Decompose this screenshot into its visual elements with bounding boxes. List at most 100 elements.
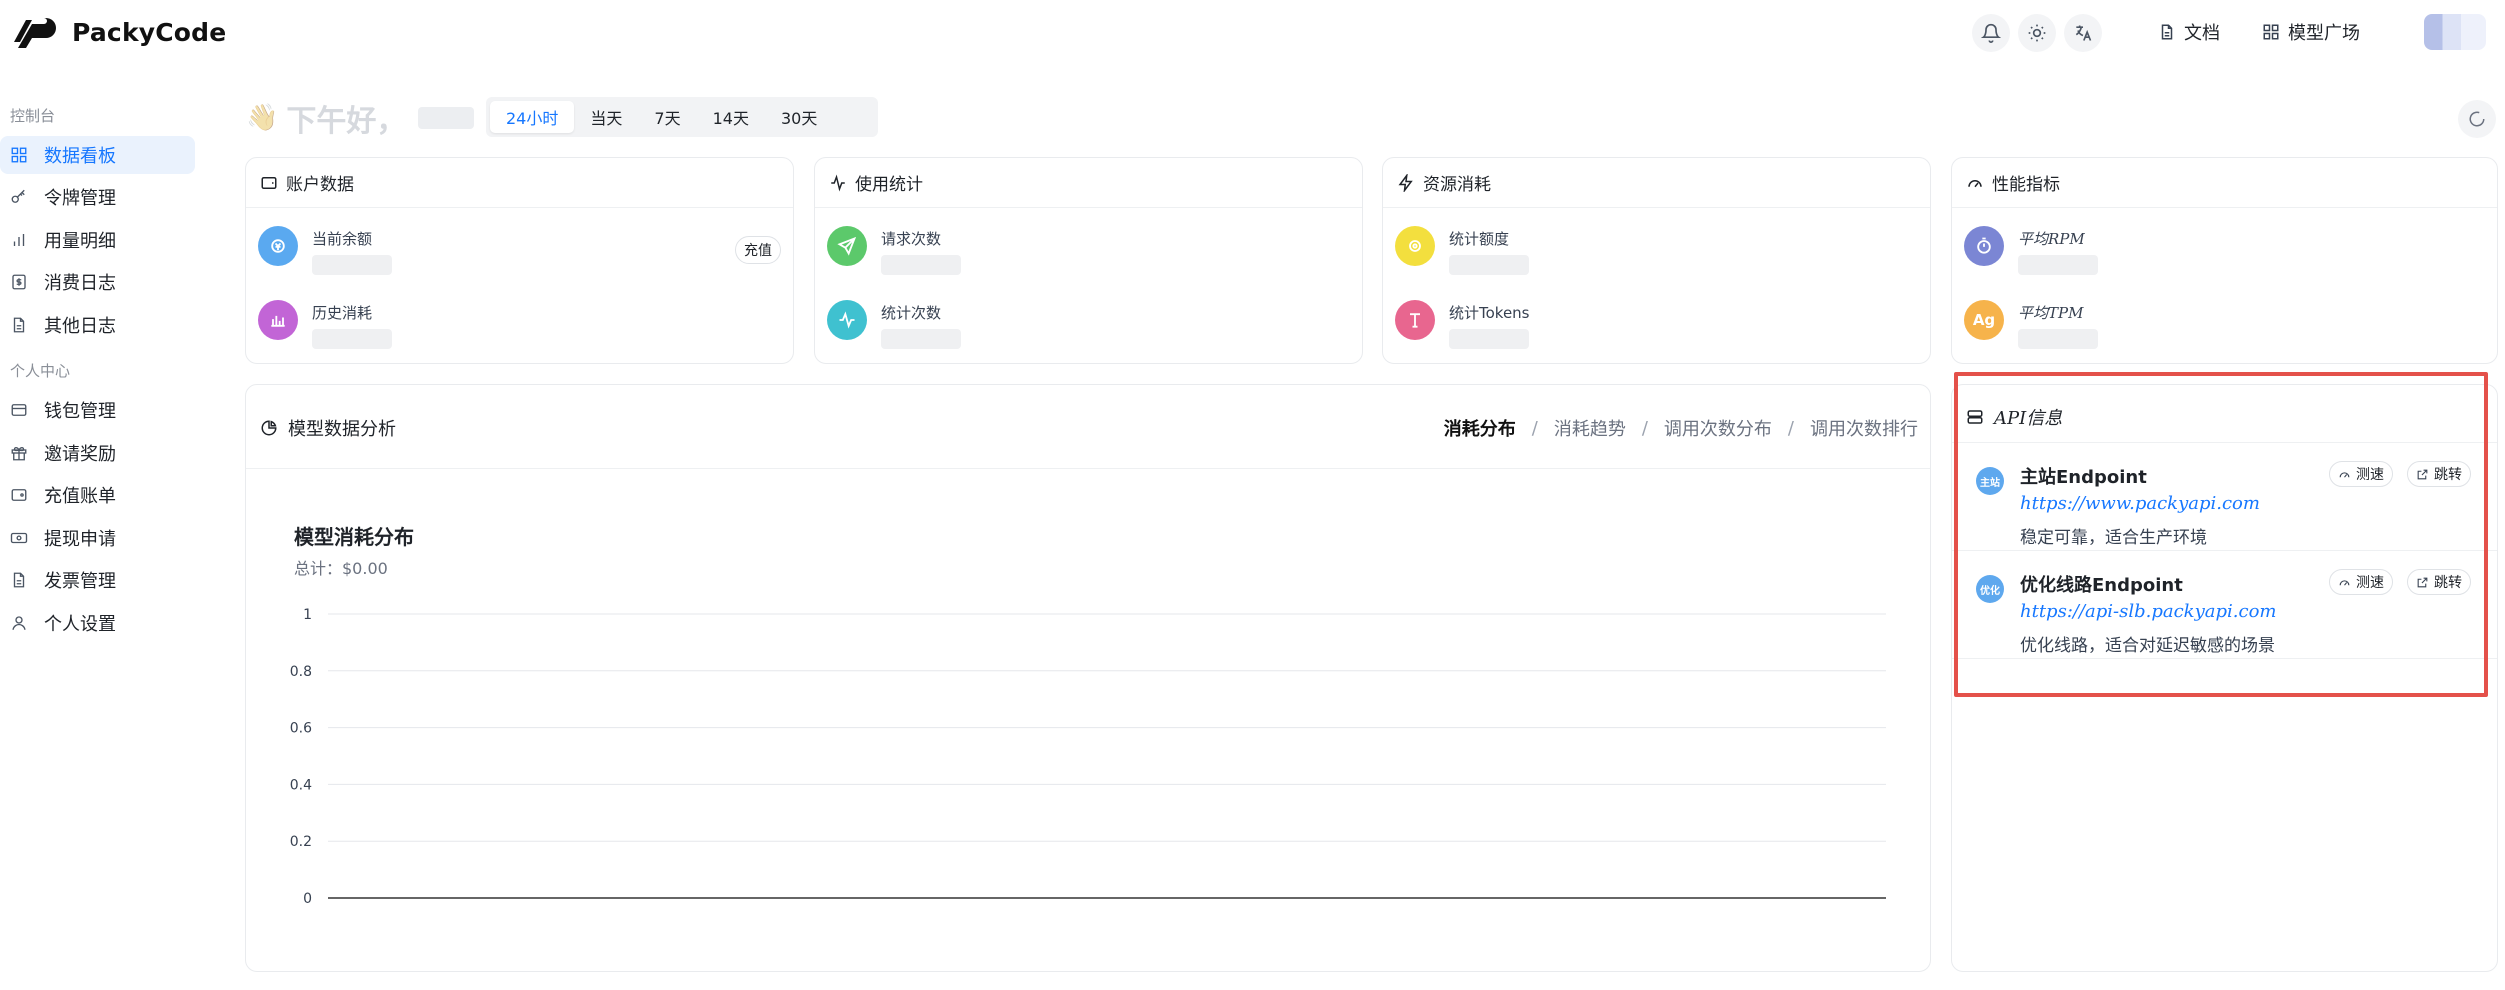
- model-plaza-link[interactable]: 模型广场: [2262, 16, 2360, 48]
- y-tick-label: 0.2: [290, 834, 312, 850]
- chart-icon: [258, 300, 298, 340]
- endpoint-desc: 优化线路，适合对延迟敏感的场景: [2020, 636, 2275, 656]
- sidebar-item-label: 发票管理: [44, 571, 116, 592]
- balance-stat: 当前余额: [258, 226, 392, 275]
- sidebar-item-label: 消费日志: [44, 273, 116, 294]
- translate-icon: [2075, 25, 2092, 41]
- range-option-24h[interactable]: 24小时: [490, 101, 575, 133]
- sidebar-item-label: 个人设置: [44, 614, 116, 635]
- count-stat: 统计次数: [827, 300, 961, 349]
- coins-icon: [1395, 226, 1435, 266]
- sidebar-item-tokens[interactable]: 令牌管理: [0, 178, 195, 216]
- count-label: 统计次数: [881, 304, 942, 322]
- jump-button[interactable]: 跳转: [2407, 461, 2471, 487]
- text-icon: [1395, 300, 1435, 340]
- receipt-icon: [12, 274, 26, 290]
- count-value-placeholder: [881, 329, 961, 349]
- range-option-7d[interactable]: 7天: [638, 101, 696, 133]
- y-tick-label: 0.4: [290, 777, 312, 793]
- endpoint-url[interactable]: https://api-slb.packyapi.com: [2020, 601, 2276, 622]
- card-header: 资源消耗: [1383, 158, 1930, 208]
- y-tick-label: 0.8: [290, 664, 312, 680]
- endpoint-desc: 稳定可靠，适合生产环境: [2020, 528, 2207, 548]
- docs-link[interactable]: 文档: [2158, 16, 2220, 48]
- sidebar-item-label: 令牌管理: [44, 188, 116, 209]
- balance-label: 当前余额: [312, 230, 373, 248]
- sidebar-item-invite[interactable]: 邀请奖励: [0, 434, 195, 472]
- sidebar-item-dashboard[interactable]: 数据看板: [0, 136, 195, 174]
- tokens-value-placeholder: [1449, 329, 1529, 349]
- sidebar-item-label: 其他日志: [44, 316, 116, 337]
- external-link-icon: [2417, 469, 2428, 479]
- sidebar-item-recharge-bill[interactable]: 充值账单: [0, 476, 195, 514]
- model-analysis-panel: 模型数据分析 消耗分布 / 消耗趋势 / 调用次数分布 / 调用次数排行 模型消…: [245, 384, 1931, 972]
- sidebar-item-usage[interactable]: 用量明细: [0, 221, 195, 259]
- card-title: 账户数据: [286, 175, 354, 195]
- sidebar-item-wallet[interactable]: 钱包管理: [0, 391, 195, 429]
- sidebar-item-consumption-log[interactable]: 消费日志: [0, 263, 195, 301]
- key-icon: [11, 189, 25, 203]
- y-tick-label: 0: [303, 891, 312, 907]
- refresh-button[interactable]: [2458, 100, 2496, 138]
- sidebar-item-label: 充值账单: [44, 486, 116, 507]
- card-header: 账户数据: [246, 158, 793, 208]
- performance-card: 性能指标 平均RPM Ag 平均TPM: [1951, 157, 2498, 364]
- document-icon: [2161, 24, 2173, 40]
- speed-test-button[interactable]: 测速: [2329, 569, 2393, 595]
- docs-label: 文档: [2184, 23, 2220, 44]
- cash-icon: [10, 532, 28, 544]
- gauge-icon: [1968, 179, 1982, 187]
- y-tick-label: 1: [303, 607, 312, 623]
- server-icon: [1967, 409, 1983, 424]
- sidebar-item-label: 用量明细: [44, 231, 116, 252]
- consumption-chart: 1 0.8 0.6 0.4 0.2 0: [290, 607, 1886, 907]
- sidebar-item-withdraw[interactable]: 提现申请: [0, 519, 195, 557]
- endpoint-badge: 优化: [1976, 575, 2004, 603]
- endpoint-main: 主站 主站Endpoint https://www.packyapi.com 稳…: [1952, 443, 2497, 551]
- y-tick-label: 0.6: [290, 721, 312, 737]
- notification-button[interactable]: [1972, 14, 2010, 52]
- card-header: 性能指标: [1952, 158, 2497, 208]
- account-card: 账户数据 当前余额 充值 历史消耗: [245, 157, 794, 364]
- timer-icon: [1964, 226, 2004, 266]
- endpoint-url[interactable]: https://www.packyapi.com: [2020, 493, 2260, 514]
- sidebar-item-settings[interactable]: 个人设置: [0, 604, 195, 642]
- bell-icon: [1981, 23, 2001, 43]
- coin-icon: [258, 226, 298, 266]
- speed-test-button[interactable]: 测速: [2329, 461, 2393, 487]
- packycode-logo-icon: [14, 18, 56, 48]
- sidebar: 控制台 数据看板 令牌管理 用量明细 消费日志 其他日志 个人中心 钱包管理 邀…: [0, 64, 200, 990]
- sidebar-item-other-log[interactable]: 其他日志: [0, 306, 195, 344]
- loading-icon: [2469, 111, 2485, 127]
- sidebar-item-label: 钱包管理: [44, 401, 116, 422]
- logo[interactable]: PackyCode: [10, 12, 226, 52]
- section-title-console: 控制台: [10, 107, 56, 125]
- invoice-icon: [13, 572, 25, 588]
- gauge-icon: [2339, 579, 2350, 586]
- sidebar-item-invoice[interactable]: 发票管理: [0, 561, 195, 599]
- wallet-icon: [261, 176, 277, 189]
- language-button[interactable]: [2064, 14, 2102, 52]
- bill-icon: [11, 489, 27, 501]
- tpm-value-placeholder: [2018, 329, 2098, 349]
- range-option-14d[interactable]: 14天: [697, 101, 765, 133]
- card-header: 使用统计: [815, 158, 1362, 208]
- avatar[interactable]: [2424, 14, 2486, 50]
- sidebar-item-label: 数据看板: [44, 146, 116, 167]
- file-icon: [13, 317, 25, 333]
- quota-stat: 统计额度: [1395, 226, 1529, 275]
- sidebar-item-label: 邀请奖励: [44, 444, 116, 465]
- username-redacted: [418, 107, 475, 129]
- rpm-stat: 平均RPM: [1964, 226, 2098, 275]
- tokens-label: 统计Tokens: [1449, 304, 1530, 322]
- range-option-today[interactable]: 当天: [574, 101, 638, 133]
- jump-button[interactable]: 跳转: [2407, 569, 2471, 595]
- recharge-button[interactable]: 充值: [735, 236, 781, 264]
- theme-toggle-button[interactable]: [2018, 14, 2056, 52]
- app-name: PackyCode: [72, 17, 227, 47]
- wave-hand-icon: 👋: [246, 103, 279, 133]
- range-option-30d[interactable]: 30天: [765, 101, 833, 133]
- endpoint-optimized: 优化 优化线路Endpoint https://api-slb.packyapi…: [1952, 551, 2497, 659]
- spent-value-placeholder: [312, 329, 392, 349]
- api-info-header: API信息: [1952, 391, 2497, 443]
